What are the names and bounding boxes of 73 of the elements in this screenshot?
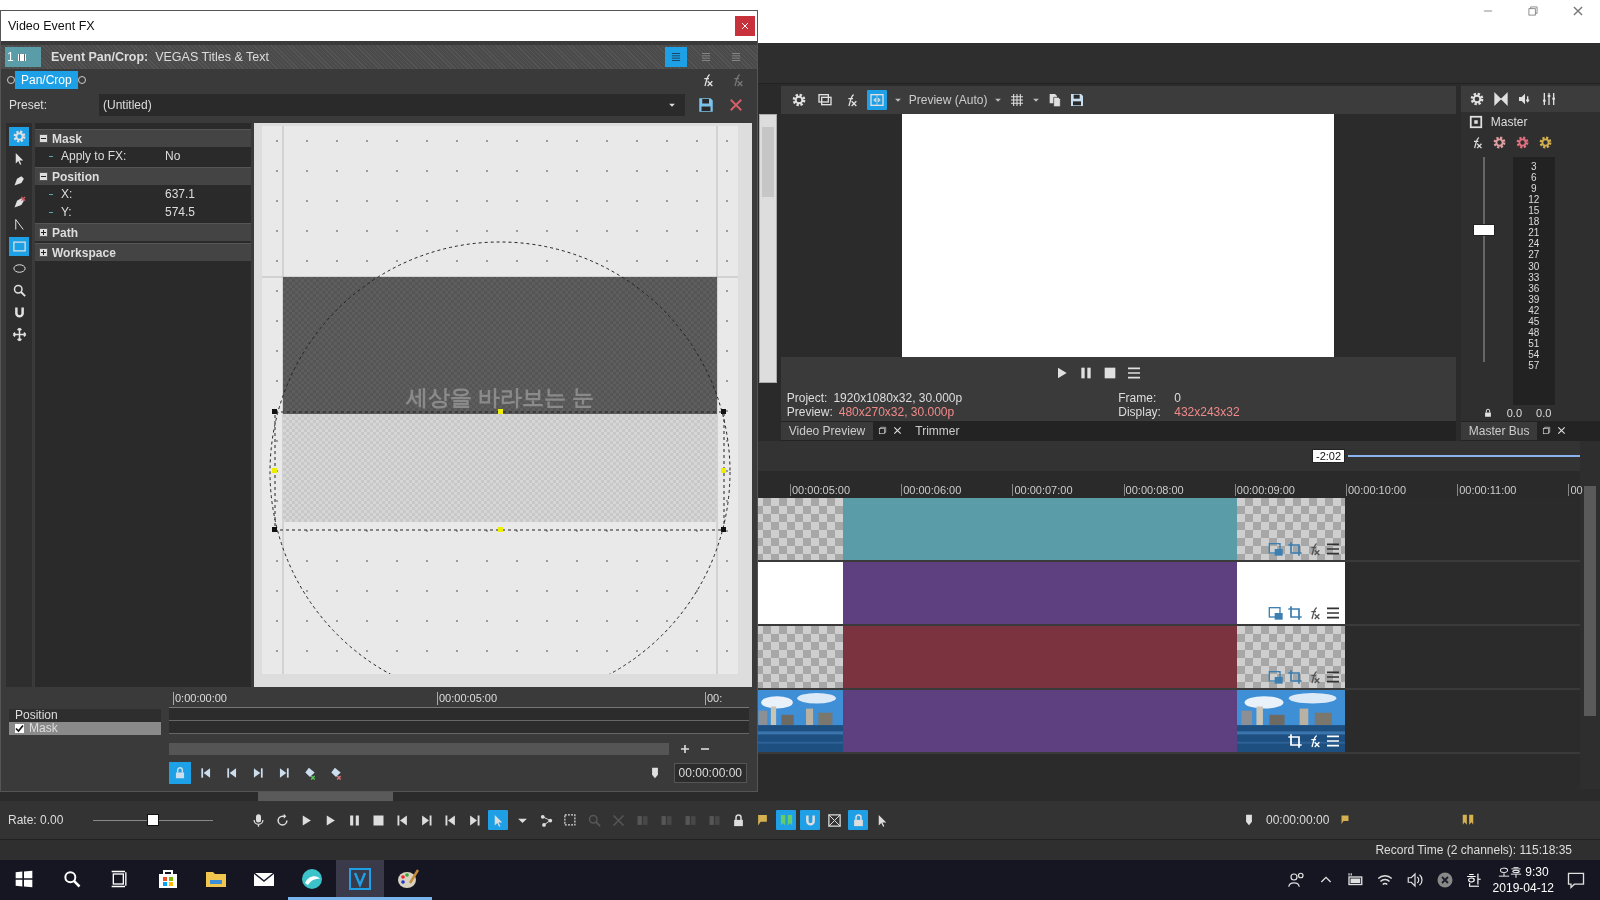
property-group-header[interactable]: Mask: [35, 129, 251, 147]
loop-duration: -2:02: [1312, 448, 1346, 463]
property-label: X:: [61, 187, 74, 201]
meter-scale-label: 21: [1528, 227, 1540, 239]
ruler-time: 00:00:05:00: [790, 483, 851, 496]
ruler-time: 00:00:05:00: [437, 692, 498, 705]
property-value[interactable]: 637.1: [165, 187, 196, 201]
ruler-time: 0:00:00:00: [173, 692, 227, 705]
ruler-time: 00:00:11:00: [1457, 483, 1517, 496]
meter-scale-label: 54: [1528, 349, 1540, 361]
status-text: Record Time (2 channels): 115:18:35: [1375, 843, 1572, 858]
meter-scale-label: 51: [1528, 338, 1540, 350]
info-value: 432x243x32: [1174, 404, 1240, 419]
meter-scale-label: 12: [1528, 193, 1540, 206]
meter-scale-label: 9: [1530, 182, 1537, 194]
property-value[interactable]: No: [165, 149, 181, 163]
dialog-title: Video Event FX: [8, 19, 95, 33]
meter-reading: 0.0: [1506, 406, 1523, 419]
meter-scale-label: 30: [1528, 260, 1540, 272]
track-name: Position: [15, 709, 58, 722]
preset-dropdown[interactable]: (Untitled): [99, 94, 685, 116]
time-field[interactable]: 00:00:00:00: [673, 763, 747, 783]
property-group-header[interactable]: Workspace: [35, 243, 251, 261]
bus-name: Master: [1490, 114, 1528, 129]
preview-mode-dropdown[interactable]: Preview (Auto): [908, 92, 988, 107]
meter-scale-label: 39: [1528, 293, 1540, 305]
meter-scale-label: 3: [1530, 160, 1537, 172]
group-title: Workspace: [52, 245, 116, 260]
info-label: Frame:: [1118, 390, 1158, 405]
info-label: Project:: [786, 390, 828, 405]
ruler-time: 00:00:06:00: [901, 483, 962, 496]
clock-date[interactable]: 2019-04-12: [1492, 880, 1554, 896]
property-group-header[interactable]: Path: [35, 223, 251, 241]
meter-scale-label: 48: [1528, 327, 1540, 339]
input-method[interactable]: 한: [1465, 870, 1481, 890]
meter-scale-label: 6: [1530, 171, 1537, 183]
meter-scale-label: 15: [1528, 205, 1540, 217]
meter-scale-label: 45: [1528, 316, 1540, 328]
meter-reading: 0.0: [1536, 406, 1552, 419]
meter-scale-label: 18: [1528, 216, 1540, 228]
info-value: 1920x1080x32, 30.000p: [833, 390, 963, 405]
ruler-time: 00:00:09:00: [1234, 483, 1295, 496]
info-label: Display:: [1118, 404, 1162, 419]
ruler-time: 00:: [705, 692, 723, 705]
keyframe-track-label[interactable]: Position: [9, 709, 161, 722]
clock-time[interactable]: 오후 9:30: [1497, 864, 1549, 880]
ruler-time: 00:00:08:00: [1123, 483, 1184, 496]
meter-scale-label: 36: [1528, 282, 1540, 294]
fx-header: Event Pan/Crop: VEGAS Titles & Text: [51, 50, 269, 64]
info-value: 480x270x32, 30.000p: [838, 404, 955, 419]
meter-scale-label: 24: [1528, 238, 1540, 250]
property-label: Y:: [61, 205, 73, 219]
cursor-time: 00:00:00:00: [1266, 813, 1330, 828]
panel-tab[interactable]: Trimmer: [907, 421, 968, 440]
info-label: Preview:: [786, 404, 833, 419]
group-title: Position: [52, 169, 100, 184]
rate-label: Rate: 0.00: [8, 813, 64, 828]
meter-scale-label: 27: [1528, 249, 1540, 261]
ruler-time: 00:00:10:00: [1346, 483, 1407, 496]
ruler-time: 00:00:07:00: [1012, 483, 1073, 496]
group-title: Path: [52, 225, 78, 240]
preset-label: Preset:: [9, 98, 48, 112]
meter-scale-label: 57: [1528, 360, 1540, 372]
group-title: Mask: [52, 131, 83, 146]
panel-tab[interactable]: Video Preview: [780, 421, 874, 440]
track-name: Mask: [29, 722, 58, 735]
property-label: Apply to FX:: [61, 149, 128, 163]
info-value: 0: [1174, 390, 1181, 405]
property-value[interactable]: 574.5: [165, 205, 196, 219]
meter-scale-label: 33: [1528, 271, 1540, 283]
property-group-header[interactable]: Position: [35, 167, 251, 185]
meter-scale-label: 42: [1528, 304, 1540, 316]
panel-tab[interactable]: Master Bus: [1460, 421, 1538, 440]
